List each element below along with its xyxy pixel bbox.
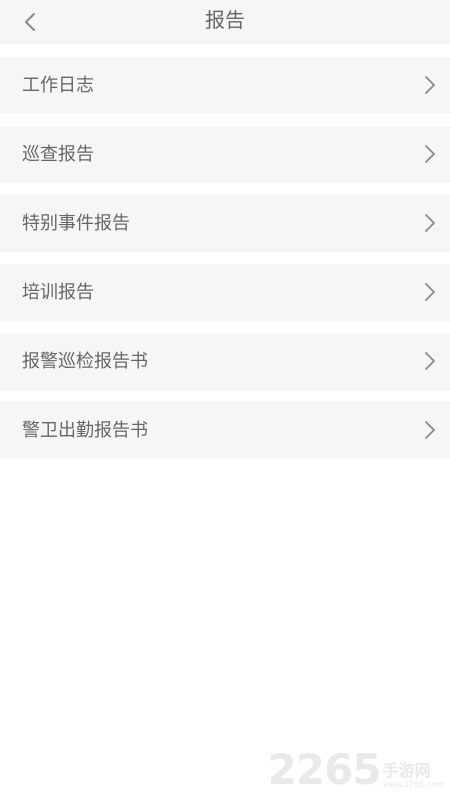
chevron-right-icon [425, 352, 435, 370]
menu-item-work-log[interactable]: 工作日志 [0, 57, 450, 114]
chevron-right-icon [425, 76, 435, 94]
menu-item-label: 报警巡检报告书 [22, 351, 148, 372]
watermark-number: 2265 [267, 745, 382, 794]
menu-item-label: 特别事件报告 [22, 213, 130, 234]
menu-item-label: 工作日志 [22, 75, 94, 96]
chevron-right-icon [425, 421, 435, 439]
menu-item-label: 警卫出勤报告书 [22, 420, 148, 441]
menu-item-patrol-report[interactable]: 巡查报告 [0, 126, 450, 183]
watermark-side: 手游网 www.2265.com [383, 762, 444, 790]
menu-item-label: 培训报告 [22, 282, 94, 303]
page-title: 报告 [205, 8, 245, 32]
chevron-right-icon [425, 283, 435, 301]
watermark-text: 手游网 [382, 761, 431, 780]
top-bar: 报告 [0, 0, 450, 44]
watermark-url: www.2265.com [382, 780, 444, 789]
menu-item-alarm-inspection-report[interactable]: 报警巡检报告书 [0, 333, 450, 390]
watermark-logo: 2265 手游网 www.2265.com [267, 745, 444, 794]
menu-item-training-report[interactable]: 培训报告 [0, 264, 450, 321]
menu-item-guard-attendance-report[interactable]: 警卫出勤报告书 [0, 402, 450, 459]
chevron-right-icon [425, 145, 435, 163]
menu-item-special-event-report[interactable]: 特别事件报告 [0, 195, 450, 252]
chevron-right-icon [425, 214, 435, 232]
report-menu: 工作日志 巡查报告 特别事件报告 培训报告 报警巡检报告书 警卫出勤报告书 [0, 57, 450, 471]
menu-item-label: 巡查报告 [22, 144, 94, 165]
